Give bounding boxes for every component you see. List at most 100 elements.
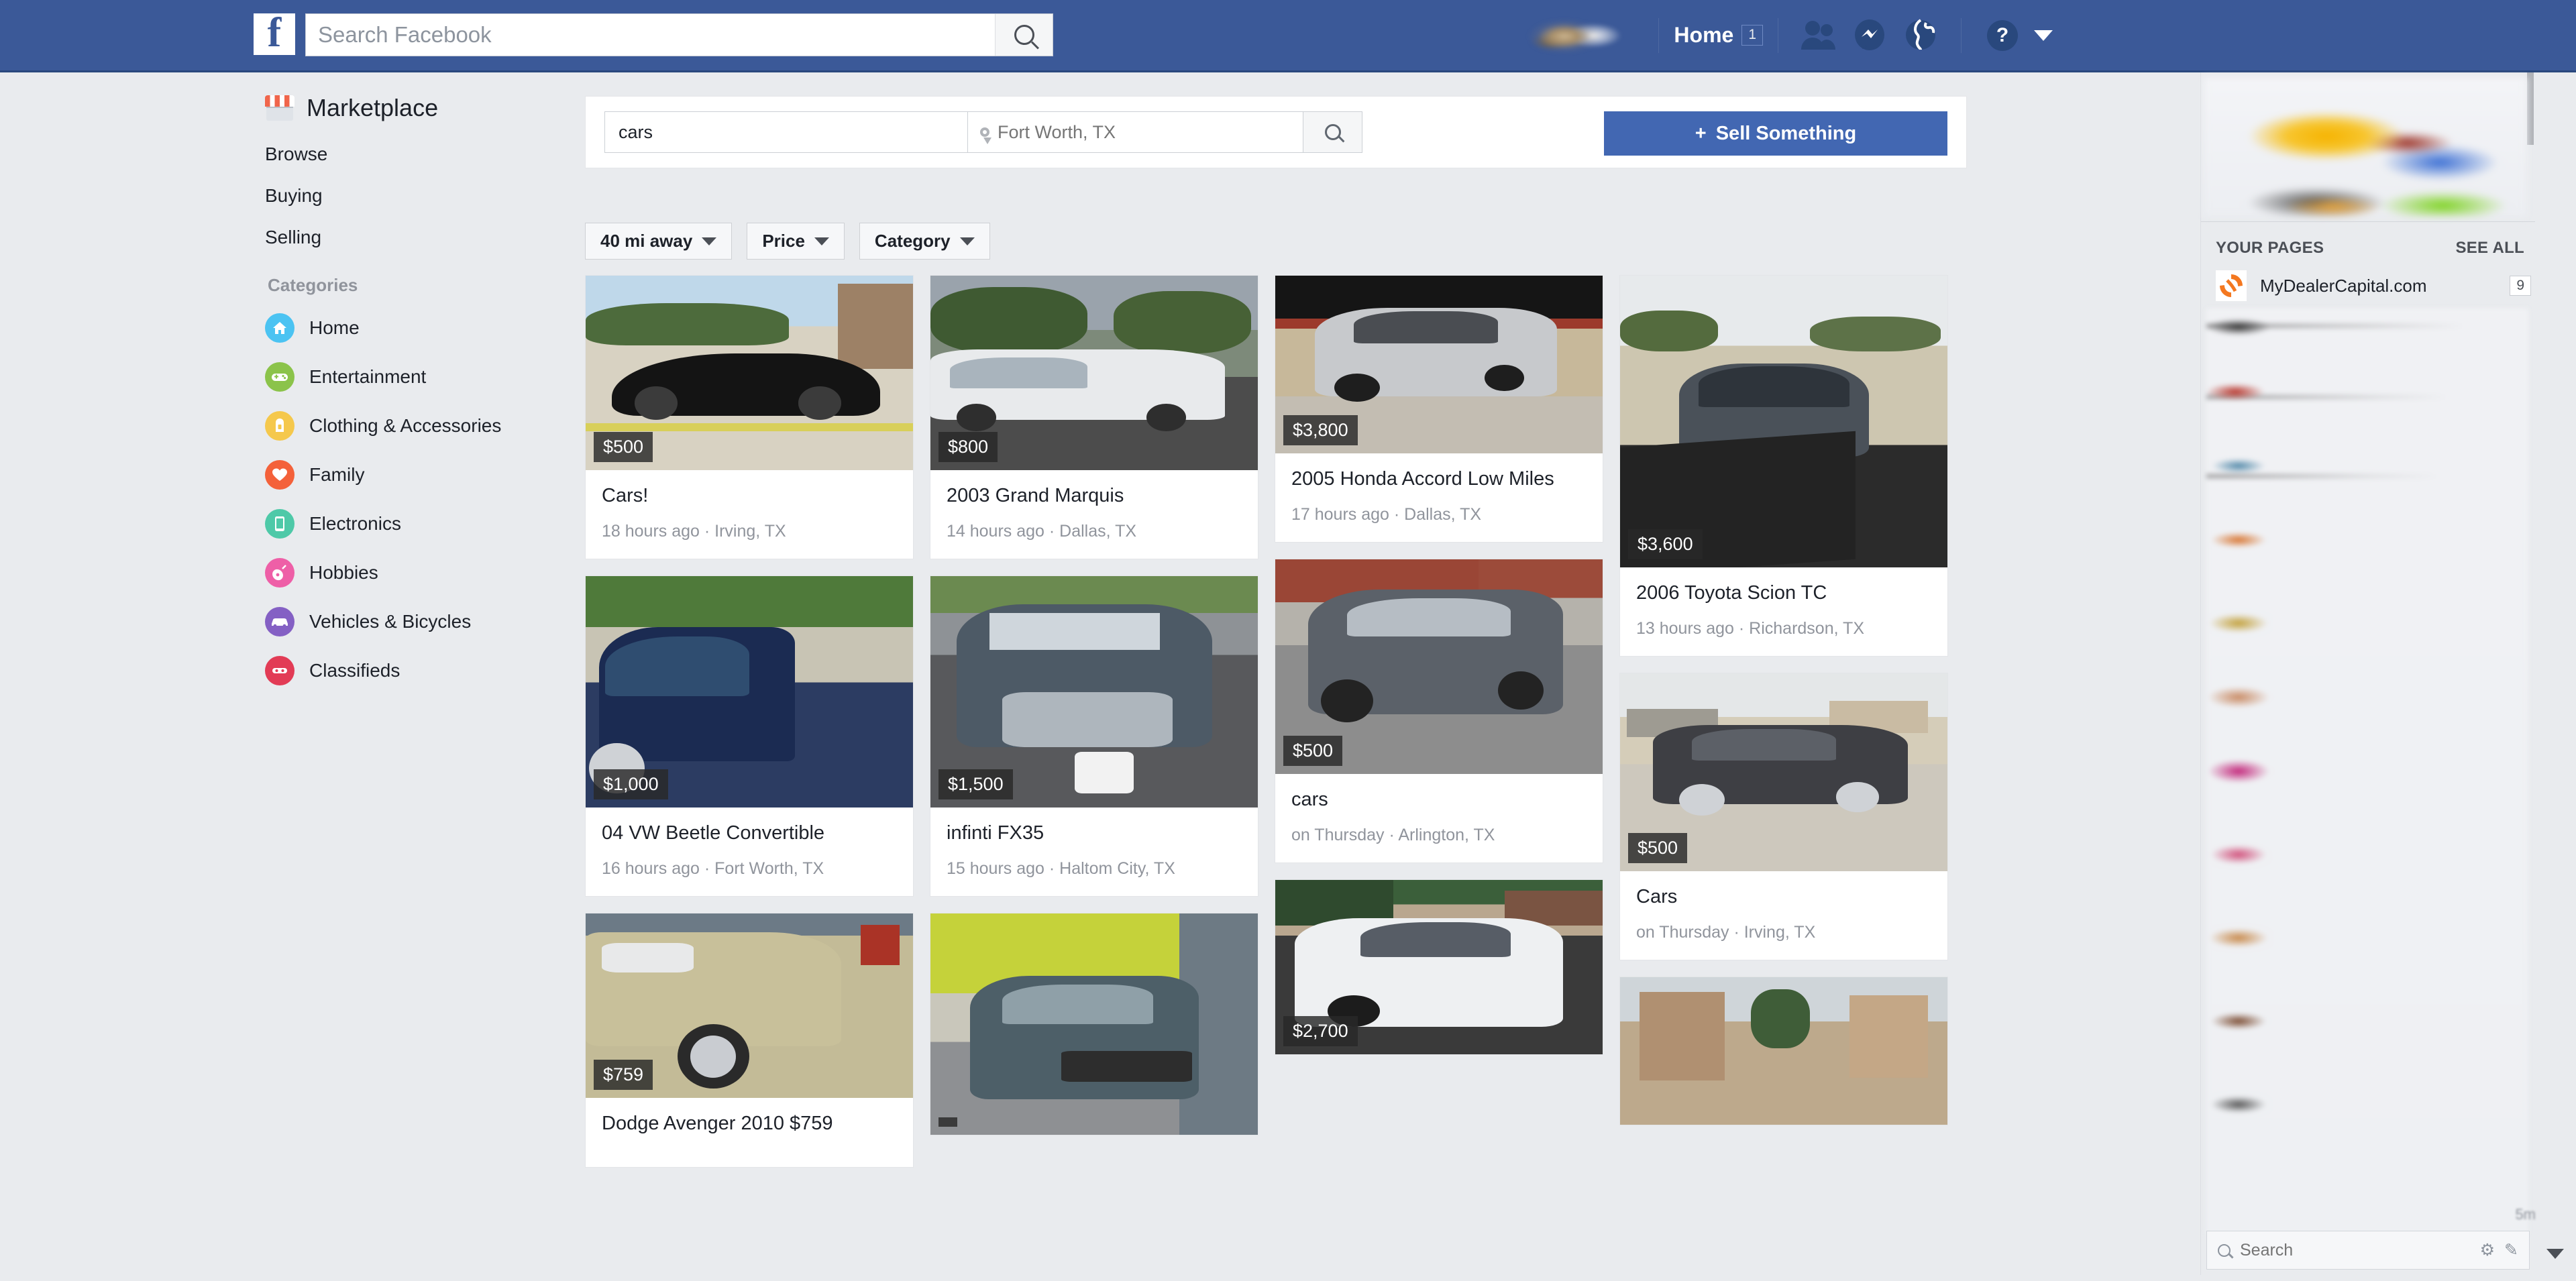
sidebar-item-classifieds[interactable]: Classifieds [265, 656, 560, 685]
car-icon [265, 607, 294, 636]
listing-details: 2005 Honda Accord Low Miles 17 hours ago… [1275, 453, 1603, 542]
compose-icon[interactable]: ✎ [2504, 1240, 2518, 1260]
sell-something-button[interactable]: + Sell Something [1604, 111, 1947, 156]
listing-photo[interactable]: $500 [1620, 673, 1947, 872]
gamepad-icon [265, 362, 294, 392]
listing-meta: 14 hours ago · Dallas, TX [947, 522, 1137, 541]
listing-title: 2006 Toyota Scion TC [1636, 582, 1827, 604]
listing-title: infinti FX35 [947, 822, 1044, 844]
sidebar-item-label: Electronics [309, 513, 401, 534]
marketplace-query-input[interactable] [605, 112, 967, 152]
marketplace-shop-icon [265, 95, 294, 121]
sidebar-item-vehicles-bicycles[interactable]: Vehicles & Bicycles [265, 607, 560, 636]
listings-column: $3,800 2005 Honda Accord Low Miles 17 ho… [1275, 275, 1603, 1281]
listing-title: Cars [1636, 886, 1678, 908]
sidebar-item-entertainment[interactable]: Entertainment [265, 362, 560, 392]
listing-card[interactable] [930, 913, 1258, 1136]
listing-card[interactable]: $1,000 04 VW Beetle Convertible 16 hours… [585, 575, 914, 897]
listing-card[interactable]: $3,800 2005 Honda Accord Low Miles 17 ho… [1275, 275, 1603, 543]
listing-card[interactable] [1619, 977, 1948, 1126]
chevron-down-icon [814, 237, 829, 245]
sidebar-item-browse[interactable]: Browse [265, 144, 560, 165]
listing-card[interactable]: $500 Cars! 18 hours ago · Irving, TX [585, 275, 914, 560]
listing-details: 2006 Toyota Scion TC 13 hours ago · Rich… [1620, 567, 1947, 656]
home-nav-link[interactable]: Home 1 [1674, 23, 1763, 48]
chat-collapse-chevron-down-icon[interactable] [2546, 1249, 2564, 1259]
listing-photo[interactable]: $1,500 [930, 576, 1258, 808]
sidebar-item-electronics[interactable]: Electronics [265, 509, 560, 539]
listings-column: $800 2003 Grand Marquis 14 hours ago · D… [930, 275, 1258, 1281]
nav-divider [1961, 17, 1962, 53]
listing-photo[interactable] [1620, 977, 1947, 1125]
sidebar-item-hobbies[interactable]: Hobbies [265, 558, 560, 588]
gear-icon[interactable]: ⚙ [2480, 1240, 2495, 1260]
listing-photo[interactable]: $500 [586, 276, 913, 470]
listing-photo[interactable]: $500 [1275, 559, 1603, 775]
help-icon[interactable]: ? [1987, 19, 2018, 51]
sell-something-label: Sell Something [1715, 122, 1857, 144]
listing-details: 04 VW Beetle Convertible 16 hours ago · … [586, 807, 913, 896]
divider [2201, 221, 2535, 222]
marketplace-location-input[interactable] [998, 121, 1303, 143]
listing-card[interactable]: $3,600 2006 Toyota Scion TC 13 hours ago… [1619, 275, 1948, 657]
chat-contacts-list-blurred[interactable] [2206, 309, 2528, 1234]
listing-price: $1,500 [938, 769, 1013, 800]
listing-details: 2003 Grand Marquis 14 hours ago · Dallas… [930, 470, 1258, 559]
listing-details: Cars! 18 hours ago · Irving, TX [586, 470, 913, 559]
facebook-logo-icon[interactable]: f [254, 13, 295, 55]
sidebar-item-selling[interactable]: Selling [265, 227, 560, 248]
listing-photo[interactable]: $800 [930, 276, 1258, 470]
listing-photo[interactable]: $3,800 [1275, 276, 1603, 453]
global-search-input[interactable] [306, 14, 995, 56]
profile-name-blurred[interactable] [1527, 15, 1635, 55]
sidebar-item-family[interactable]: Family [265, 460, 560, 490]
global-search-button[interactable] [995, 14, 1053, 56]
listing-card[interactable]: $1,500 infinti FX35 15 hours ago · Halto… [930, 575, 1258, 897]
sidebar-item-buying[interactable]: Buying [265, 185, 560, 207]
listing-card[interactable]: $500 Cars on Thursday · Irving, TX [1619, 673, 1948, 961]
marketplace-search-button[interactable] [1303, 112, 1362, 152]
search-icon [1324, 124, 1341, 140]
sidebar-item-home[interactable]: Home [265, 313, 560, 343]
listing-card[interactable]: $800 2003 Grand Marquis 14 hours ago · D… [930, 275, 1258, 560]
filter-category[interactable]: Category [859, 223, 990, 260]
account-chevron-down-icon[interactable] [2034, 30, 2053, 41]
listing-photo[interactable]: $2,700 [1275, 880, 1603, 1055]
listing-details: cars on Thursday · Arlington, TX [1275, 774, 1603, 862]
right-rail-scrollbar-thumb[interactable] [2527, 72, 2534, 145]
listing-photo[interactable] [930, 913, 1258, 1135]
megaphone-icon [265, 656, 294, 685]
listings-column: $500 Cars! 18 hours ago · Irving, TX $1,… [585, 275, 914, 1281]
house-icon [265, 313, 294, 343]
page-list-item[interactable]: MyDealerCapital.com 9 [2216, 270, 2531, 301]
listing-card[interactable]: $759 Dodge Avenger 2010 $759 [585, 913, 914, 1168]
listing-photo[interactable]: $3,600 [1620, 276, 1947, 567]
marketplace-title-row[interactable]: Marketplace [265, 94, 560, 122]
page-notification-badge: 9 [2510, 276, 2531, 296]
listing-meta: on Thursday · Arlington, TX [1291, 826, 1495, 845]
listing-price [938, 1117, 957, 1127]
page-name: MyDealerCapital.com [2260, 275, 2427, 296]
listing-photo[interactable]: $1,000 [586, 576, 913, 808]
home-nav-label: Home [1674, 23, 1734, 47]
sidebar-item-clothing-accessories[interactable]: Clothing & Accessories [265, 411, 560, 441]
chat-search-input[interactable] [2240, 1240, 2471, 1260]
listing-card[interactable]: $500 cars on Thursday · Arlington, TX [1275, 559, 1603, 864]
categories-heading: Categories [268, 275, 358, 295]
sponsored-ad-image-blurred[interactable] [2204, 78, 2527, 217]
friend-requests-icon[interactable] [1800, 17, 1837, 54]
messenger-icon[interactable] [1851, 17, 1888, 54]
listing-price: $1,000 [594, 769, 668, 800]
filter-distance[interactable]: 40 mi away [585, 223, 733, 260]
listing-photo[interactable]: $759 [586, 913, 913, 1099]
globe-notifications-icon[interactable] [1902, 17, 1939, 54]
listing-card[interactable]: $2,700 [1275, 879, 1603, 1056]
filter-price[interactable]: Price [747, 223, 845, 260]
listing-meta: 18 hours ago · Irving, TX [602, 522, 786, 541]
guitar-icon [265, 558, 294, 588]
see-all-link[interactable]: SEE ALL [2455, 239, 2524, 258]
marketplace-sidebar: Marketplace Browse Buying Selling Catego… [265, 94, 560, 705]
right-rail: YOUR PAGES SEE ALL MyDealerCapital.com 9… [2200, 72, 2576, 1275]
listing-price: $500 [1283, 736, 1343, 767]
page-title: Marketplace [307, 94, 439, 121]
